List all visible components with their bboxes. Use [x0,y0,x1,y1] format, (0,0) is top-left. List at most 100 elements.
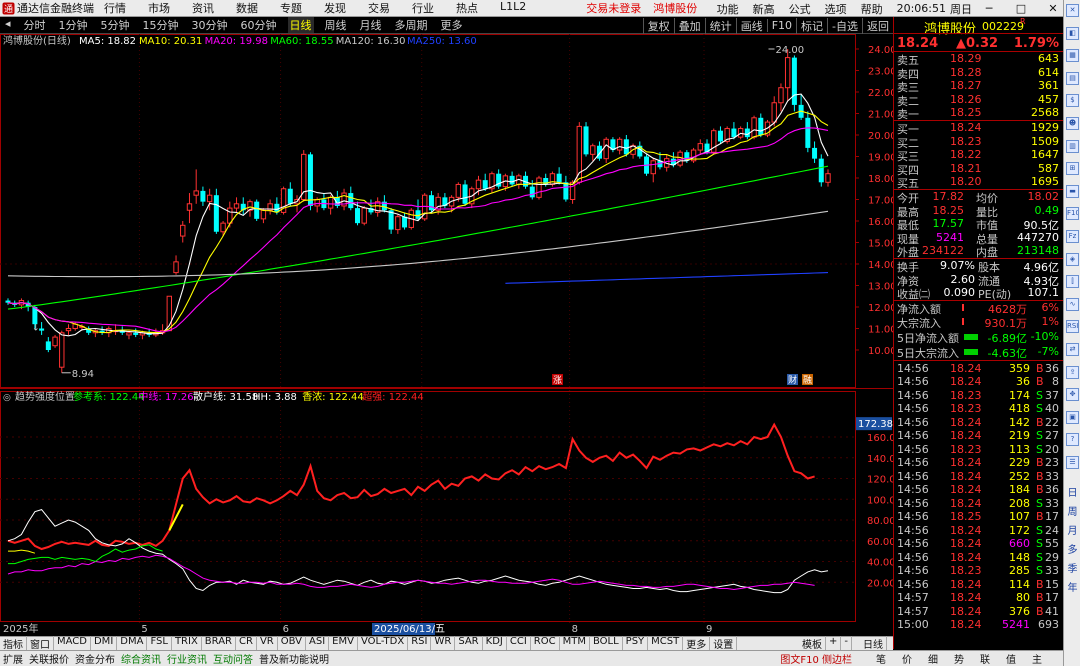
status-right-item-3[interactable]: 细 [925,651,941,666]
indicator-tab-10[interactable]: OBV [278,636,306,651]
status-item-5[interactable]: 互动问答 [210,651,256,666]
menu-item-2[interactable]: 资讯 [192,0,214,16]
period-button-7[interactable]: 周线 [323,17,349,33]
move-icon[interactable]: ✥ [1066,388,1079,402]
indicator-tab-5[interactable]: FSL [147,636,172,651]
chart-tool-2[interactable]: 统计 [704,17,736,34]
status-item-6[interactable]: 普及新功能说明 [256,651,332,666]
candle-icon[interactable]: ⊞ [1066,162,1079,176]
sidebar-period-1[interactable]: 周 [1064,503,1080,518]
kline-chart-area[interactable]: 24.00 23.00 22.00 21.00 20.00 19.00 18.00 17.00… [0,34,893,636]
indicator-tab-9[interactable]: VR [257,636,278,651]
exchange-icon[interactable]: ⇄ [1066,343,1079,356]
menu-item-5[interactable]: 发现 [324,0,346,16]
status-right-item-5[interactable]: 联 [977,651,993,666]
person-icon[interactable]: ☻ [1066,117,1079,130]
menu-alert-0[interactable]: 交易未登录 [586,0,641,16]
period-button-10[interactable]: 更多 [439,17,465,33]
indicator-tab-22[interactable]: PSY [623,636,649,651]
indicator-tab-25[interactable]: 设置 [710,636,738,651]
indicator-tab-18[interactable]: CCI [507,636,531,651]
chart-tool-3[interactable]: 画线 [735,17,767,34]
menu-alert-1[interactable]: 鸿博股份 [653,0,697,16]
tabs-right-item-0[interactable]: 模板 [799,636,826,651]
period-button-2[interactable]: 5分钟 [99,17,132,33]
period-button-8[interactable]: 月线 [358,17,384,33]
minimize-button[interactable]: ─ [980,2,998,15]
menu-right-item-3[interactable]: 选项 [825,1,847,17]
rsi-icon[interactable]: RSI [1066,320,1079,334]
fund-icon[interactable]: $ [1066,94,1079,108]
period-button-6[interactable]: 日线 [287,17,314,33]
kline-icon[interactable]: ⫿ [1066,275,1079,289]
indicator-tab-14[interactable]: RSI [408,636,432,651]
status-right-item-0[interactable]: 图文F10 侧边栏 [777,651,855,666]
indicator-tab-3[interactable]: DMI [91,636,118,651]
status-item-3[interactable]: 综合资讯 [118,651,164,666]
indicator-tab-6[interactable]: TRIX [172,636,202,651]
indicator-settings-icon[interactable]: ◎ [3,393,11,403]
period-button-3[interactable]: 15分钟 [141,17,181,33]
indicator-tab-13[interactable]: VOL-TDX [358,636,409,651]
sidebar-period-5[interactable]: 年 [1064,579,1080,594]
share-icon[interactable]: ⇪ [1066,365,1079,379]
indicator-tab-7[interactable]: BRAR [202,636,236,651]
wave-icon[interactable]: ∿ [1066,297,1079,311]
tabs-right-item-2[interactable]: - [841,636,852,651]
chart-tool-0[interactable]: 复权 [642,17,674,34]
menu-right-item-0[interactable]: 功能 [717,1,739,17]
status-right-item-2[interactable]: 价 [899,651,915,666]
tick-list[interactable]: 14:56 18.24 359 B 36 14:56 18.24 36 B 8 14:56 18.23… [894,359,1063,632]
menu-right-item-2[interactable]: 公式 [789,1,811,17]
fin-icon[interactable]: ▬ [1066,184,1079,198]
maximize-button[interactable]: □ [1012,2,1030,15]
tabs-right-item-3[interactable]: 日线 [860,636,887,651]
pattern-icon[interactable]: ▦ [1066,49,1079,63]
chart-tool-4[interactable]: F10 [766,19,796,32]
period-button-0[interactable]: 分时 [22,17,48,33]
period-button-5[interactable]: 60分钟 [239,17,279,33]
sidebar-period-2[interactable]: 月 [1064,522,1080,537]
sidebar-period-4[interactable]: 季 [1064,560,1080,575]
period-button-9[interactable]: 多周期 [393,17,430,33]
indicator-tab-20[interactable]: MTM [560,636,590,651]
chart-tool-1[interactable]: 叠加 [673,17,705,34]
status-item-0[interactable]: 扩展 [0,651,26,666]
tabs-right-item-1[interactable]: + [826,636,842,651]
close-icon[interactable]: ✕ [1066,4,1079,17]
status-item-4[interactable]: 行业资讯 [164,651,210,666]
indicator-tab-1[interactable]: 窗口 [27,636,54,651]
qa-icon[interactable]: ? [1066,433,1079,447]
indicator-tab-4[interactable]: DMA [117,636,148,651]
menu-item-4[interactable]: 专题 [280,0,302,16]
status-item-2[interactable]: 资金分布 [72,651,118,666]
indicator-tab-17[interactable]: KDJ [483,636,507,651]
close-button[interactable]: ✕ [1044,2,1062,15]
menu-right-item-4[interactable]: 帮助 [861,1,883,17]
chart-tool-5[interactable]: 标记 [796,17,827,34]
indicator-tab-19[interactable]: ROC [531,636,560,651]
chart-tool-6[interactable]: -自选 [827,17,862,34]
indicator-tab-24[interactable]: 更多 [683,636,711,651]
scroll-left-icon[interactable]: ◂ [3,17,13,33]
menu-item-7[interactable]: 行业 [412,0,434,16]
chart-icon[interactable]: ◧ [1066,26,1079,40]
menu-item-0[interactable]: 行情 [104,0,126,16]
menu-item-9[interactable]: L1L2 [500,0,526,16]
indicator-tab-23[interactable]: MCST [648,636,684,651]
indicator-tab-12[interactable]: EMV [329,636,358,651]
menu-item-3[interactable]: 数据 [236,0,258,16]
menu-item-6[interactable]: 交易 [368,0,390,16]
status-right-item-1[interactable]: 笔 [873,651,889,666]
chart-tool-7[interactable]: 返回 [862,17,893,34]
status-right-item-7[interactable]: 主 [1029,651,1045,666]
fz-icon[interactable]: Fz [1066,230,1079,243]
indicator-tab-21[interactable]: BOLL [590,636,623,651]
indicator-tab-15[interactable]: WR [431,636,456,651]
menu-right-item-1[interactable]: 新高 [753,1,775,17]
sidebar-period-0[interactable]: 日 [1064,484,1080,499]
period-button-1[interactable]: 1分钟 [57,17,90,33]
doc-icon[interactable]: ▣ [1066,410,1079,424]
chip-icon[interactable]: ◈ [1066,252,1079,266]
bars-icon[interactable]: ▥ [1066,139,1079,153]
